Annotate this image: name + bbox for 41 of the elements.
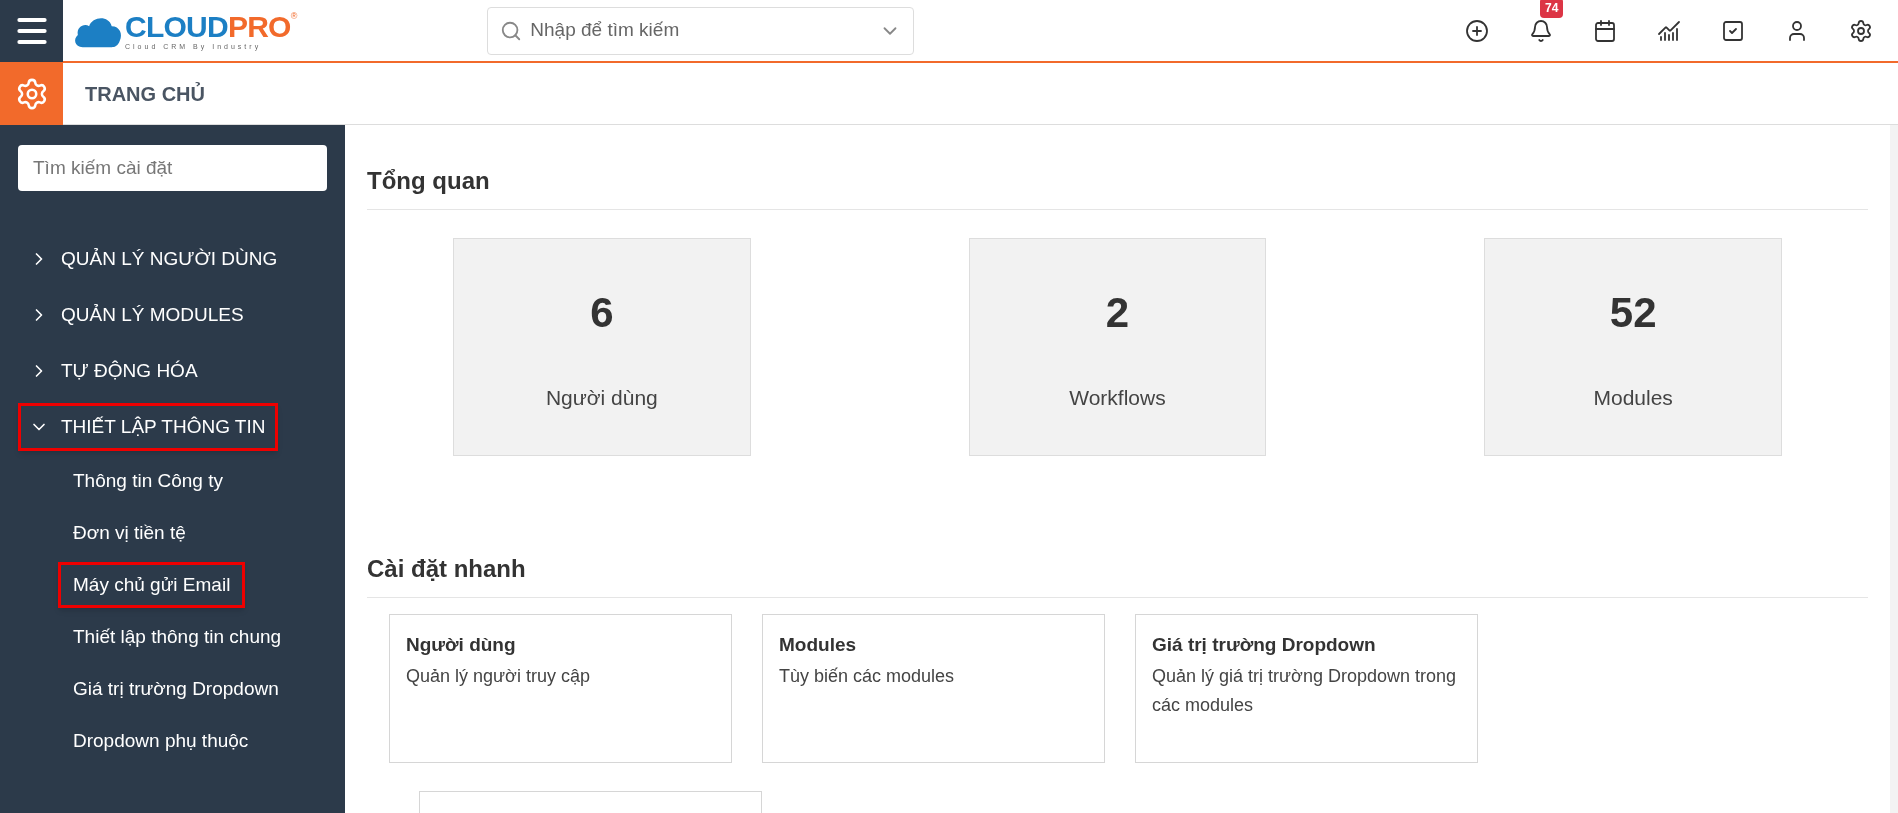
checkbox-icon: [1721, 18, 1745, 43]
calendar-icon: [1593, 18, 1617, 43]
search-input[interactable]: Nhập để tìm kiếm: [530, 16, 872, 45]
quick-setting-card[interactable]: Người dùng Quản lý người truy cập: [389, 614, 732, 763]
page-title: TRANG CHỦ: [85, 81, 205, 107]
stat-value: 6: [590, 287, 614, 338]
stat-label: Workflows: [1069, 384, 1166, 411]
calendar-button[interactable]: [1592, 17, 1618, 44]
search-icon: [500, 19, 523, 42]
sidebar-item[interactable]: Dropdown phụ thuộc: [58, 718, 264, 764]
chart-icon: [1657, 18, 1681, 43]
stat-label: Modules: [1593, 384, 1673, 411]
bell-icon: [1529, 18, 1553, 43]
notification-badge: 74: [1540, 0, 1564, 18]
logo-text: PRO: [227, 11, 291, 42]
sidebar-item[interactable]: Máy chủ gửi Email: [58, 562, 246, 608]
sidebar-section[interactable]: QUẢN LÝ NGƯỜI DÙNG: [18, 235, 291, 283]
settings-icon: [1849, 18, 1873, 43]
stat-label: Người dùng: [545, 384, 658, 411]
sidebar-section[interactable]: THIẾT LẬP THÔNG TIN: [18, 403, 279, 451]
section-heading: Cài đặt nhanh: [367, 551, 1868, 598]
sidebar-item[interactable]: Thông tin Công ty: [58, 458, 238, 504]
quick-setting-card[interactable]: Giá trị trường Dropdown Quản lý giá trị trường Dropdown trong các modules: [1135, 614, 1478, 763]
sidebar-item[interactable]: Giá trị trường Dropdown: [58, 666, 294, 712]
stat-value: 52: [1609, 287, 1657, 338]
settings-search-field[interactable]: Tìm kiếm cài đặt: [18, 145, 327, 191]
add-circle-icon: [1465, 18, 1489, 43]
search-field[interactable]: Nhập để tìm kiếm: [487, 6, 915, 55]
sidebar-item[interactable]: Đơn vị tiền tệ: [58, 510, 201, 556]
section-heading: Tổng quan: [367, 163, 1868, 210]
bell-button[interactable]: [1528, 17, 1554, 44]
quick-setting-card[interactable]: Modules Tùy biến các modules: [762, 614, 1105, 763]
sidebar-section[interactable]: QUẢN LÝ MODULES: [18, 291, 257, 339]
add-circle-button[interactable]: [1464, 17, 1490, 44]
logo-text: CLOUD: [125, 11, 228, 42]
sidebar-section[interactable]: TỰ ĐỘNG HÓA: [18, 347, 211, 395]
registered-mark: ®: [290, 11, 298, 21]
stat-value: 2: [1105, 287, 1130, 338]
menu-button[interactable]: [0, 0, 63, 62]
sidebar-item[interactable]: Thiết lập thông tin chung: [58, 614, 297, 660]
settings-button[interactable]: [1848, 17, 1874, 44]
